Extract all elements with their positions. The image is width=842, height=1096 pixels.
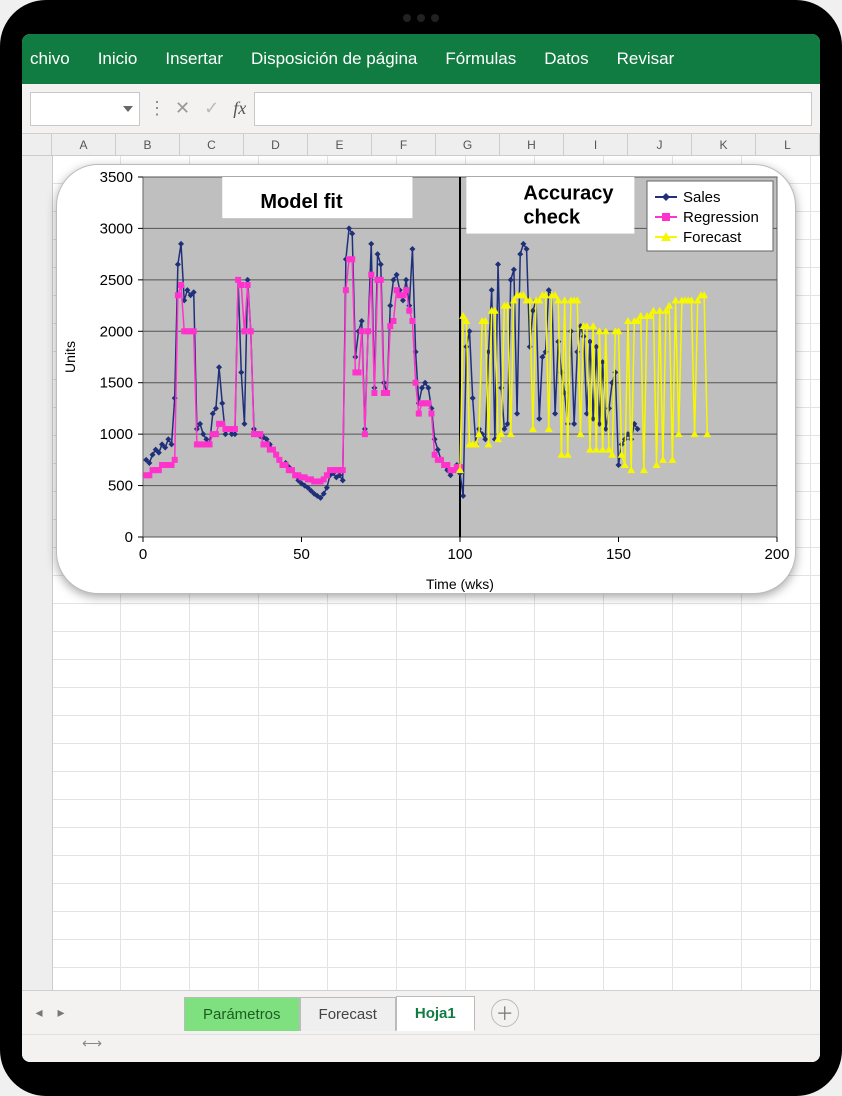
- sheet-tab-forecast[interactable]: Forecast: [300, 997, 396, 1031]
- sheet-tabs: ParámetrosForecastHoja1: [184, 995, 475, 1030]
- column-header[interactable]: G: [436, 134, 500, 155]
- column-header[interactable]: B: [116, 134, 180, 155]
- column-header[interactable]: F: [372, 134, 436, 155]
- column-header[interactable]: E: [308, 134, 372, 155]
- column-header[interactable]: C: [180, 134, 244, 155]
- chart-svg: 0 500 1000 1500 2000 2500 3000 3500 0 50 100 150 200…: [57, 165, 796, 594]
- accept-icon[interactable]: ✓: [204, 98, 219, 119]
- formula-input[interactable]: [254, 92, 812, 126]
- svg-text:1500: 1500: [100, 375, 133, 392]
- app-screen: chivo Inicio Insertar Disposición de página…: [22, 34, 820, 1062]
- ribbon-tab-revisar[interactable]: Revisar: [617, 49, 675, 69]
- formula-bar-actions: ✕ ✓ fx: [175, 98, 246, 119]
- svg-text:Time (wks): Time (wks): [426, 576, 494, 592]
- svg-text:2000: 2000: [100, 323, 133, 340]
- svg-text:2500: 2500: [100, 272, 133, 289]
- ribbon-tab-fórmulas[interactable]: Fórmulas: [445, 49, 516, 69]
- svg-text:0: 0: [139, 546, 147, 563]
- formula-bar: ⋮ ✕ ✓ fx: [22, 84, 820, 134]
- column-header[interactable]: J: [628, 134, 692, 155]
- column-header[interactable]: I: [564, 134, 628, 155]
- tablet-frame: chivo Inicio Insertar Disposición de página…: [0, 0, 842, 1096]
- svg-text:100: 100: [447, 546, 472, 563]
- tablet-camera: [391, 14, 451, 22]
- select-all-corner[interactable]: [22, 134, 52, 155]
- column-header[interactable]: A: [52, 134, 116, 155]
- chart-container[interactable]: 0 500 1000 1500 2000 2500 3000 3500 0 50 100 150 200…: [56, 164, 796, 594]
- name-box[interactable]: [30, 92, 140, 126]
- chevron-down-icon: [123, 106, 133, 112]
- sheet-tab-parámetros[interactable]: Parámetros: [184, 997, 300, 1031]
- sheet-nav-next-icon[interactable]: ▸: [52, 1004, 70, 1022]
- cancel-icon[interactable]: ✕: [175, 98, 190, 119]
- ribbon-tab-disposición-de-página[interactable]: Disposición de página: [251, 49, 417, 69]
- svg-text:Accuracy: Accuracy: [523, 183, 614, 205]
- sheet-tab-bar: ◂ ▸ ParámetrosForecastHoja1 ＋: [22, 990, 820, 1034]
- svg-text:50: 50: [293, 546, 310, 563]
- spreadsheet-grid[interactable]: 0 500 1000 1500 2000 2500 3000 3500 0 50 100 150 200…: [22, 156, 820, 990]
- svg-text:3000: 3000: [100, 220, 133, 237]
- divider-icon: ⋮: [148, 98, 167, 119]
- add-sheet-button[interactable]: ＋: [491, 999, 519, 1027]
- ribbon-tab-inicio[interactable]: Inicio: [98, 49, 138, 69]
- svg-text:1000: 1000: [100, 426, 133, 443]
- svg-text:Forecast: Forecast: [683, 229, 742, 246]
- sheet-nav-prev-icon[interactable]: ◂: [30, 1004, 48, 1022]
- column-header[interactable]: D: [244, 134, 308, 155]
- svg-text:Sales: Sales: [683, 189, 721, 206]
- svg-text:200: 200: [764, 546, 789, 563]
- svg-text:150: 150: [606, 546, 631, 563]
- fx-label[interactable]: fx: [233, 98, 246, 119]
- status-bar: ⟷: [22, 1034, 820, 1062]
- svg-text:Model fit: Model fit: [260, 191, 343, 213]
- ribbon-tab-chivo[interactable]: chivo: [30, 49, 70, 69]
- column-header[interactable]: L: [756, 134, 820, 155]
- svg-text:Units: Units: [62, 341, 78, 373]
- column-header-row: ABCDEFGHIJKL: [22, 134, 820, 156]
- svg-text:3500: 3500: [100, 169, 133, 186]
- svg-text:Regression: Regression: [683, 209, 759, 226]
- column-header[interactable]: H: [500, 134, 564, 155]
- svg-text:500: 500: [108, 478, 133, 495]
- svg-text:0: 0: [125, 529, 133, 546]
- column-header[interactable]: K: [692, 134, 756, 155]
- ribbon-tab-datos[interactable]: Datos: [544, 49, 588, 69]
- ribbon-tabs: chivo Inicio Insertar Disposición de página…: [22, 34, 820, 84]
- sheet-tab-hoja1[interactable]: Hoja1: [396, 996, 475, 1031]
- svg-text:check: check: [523, 206, 581, 228]
- ribbon-tab-insertar[interactable]: Insertar: [165, 49, 223, 69]
